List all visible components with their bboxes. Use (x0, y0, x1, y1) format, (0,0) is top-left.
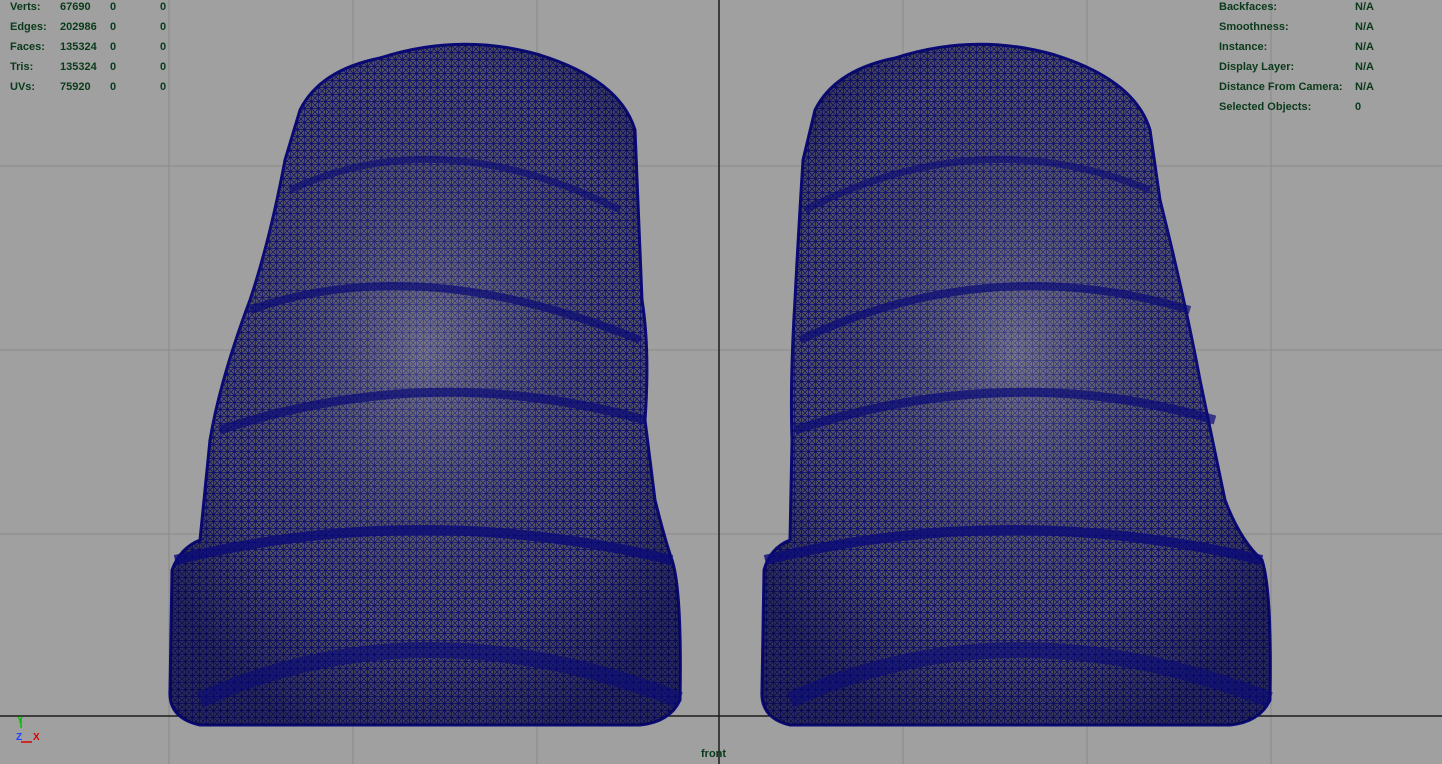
object-detail-label: Distance From Camera: (1219, 81, 1343, 93)
object-detail-value: 0 (1355, 101, 1362, 113)
axis-y-label: Y (17, 715, 23, 725)
axis-gizmo-icon: Y Z X (16, 715, 40, 743)
poly-count-label: Faces: (10, 41, 45, 53)
object-detail-row: Smoothness: N/A (1219, 17, 1374, 37)
camera-name-label: front (701, 748, 727, 760)
poly-count-v2: 0 (110, 81, 117, 93)
object-detail-value: N/A (1355, 61, 1374, 73)
object-detail-label: Backfaces: (1219, 1, 1278, 13)
object-detail-row: Selected Objects: 0 (1219, 97, 1374, 117)
poly-count-label: UVs: (10, 81, 36, 93)
poly-count-row: UVs: 75920 0 0 (10, 77, 180, 97)
object-detail-row: Instance: N/A (1219, 37, 1374, 57)
front-viewport[interactable]: Verts: 67690 0 0 Edges: 202986 0 0 Faces: 135324 0… (0, 0, 1442, 764)
poly-count-row: Edges: 202986 0 0 (10, 17, 180, 37)
object-detail-row: Backfaces: N/A (1219, 0, 1374, 17)
poly-count-label: Tris: (10, 61, 34, 73)
object-details-hud: Backfaces: N/A Smoothness: N/A Instance: N/A D… (1219, 0, 1374, 117)
boot-mesh-left[interactable] (168, 42, 683, 727)
axis-x-label: X (33, 732, 40, 743)
object-detail-label: Smoothness: (1219, 21, 1289, 33)
object-detail-row: Distance From Camera: N/A (1219, 77, 1374, 97)
poly-count-v1: 135324 (60, 41, 97, 53)
poly-count-v3: 0 (160, 1, 167, 13)
poly-count-v2: 0 (110, 1, 117, 13)
poly-count-v1: 202986 (60, 21, 97, 33)
object-detail-label: Display Layer: (1219, 61, 1295, 73)
poly-count-v3: 0 (160, 81, 167, 93)
poly-count-v2: 0 (110, 21, 117, 33)
object-detail-value: N/A (1355, 1, 1374, 13)
poly-count-v2: 0 (110, 41, 117, 53)
poly-count-row: Verts: 67690 0 0 (10, 0, 180, 17)
poly-count-v1: 67690 (60, 1, 91, 13)
object-detail-value: N/A (1355, 21, 1374, 33)
object-detail-value: N/A (1355, 81, 1374, 93)
poly-count-row: Tris: 135324 0 0 (10, 57, 180, 77)
poly-count-label: Verts: (10, 1, 41, 13)
poly-count-v1: 75920 (60, 81, 91, 93)
poly-count-v3: 0 (160, 21, 167, 33)
poly-count-row: Faces: 135324 0 0 (10, 37, 180, 57)
poly-count-hud: Verts: 67690 0 0 Edges: 202986 0 0 Faces: 135324 0… (10, 0, 180, 97)
object-detail-row: Display Layer: N/A (1219, 57, 1374, 77)
object-detail-label: Selected Objects: (1219, 101, 1312, 113)
poly-count-v3: 0 (160, 61, 167, 73)
poly-count-v2: 0 (110, 61, 117, 73)
poly-count-v1: 135324 (60, 61, 97, 73)
object-detail-value: N/A (1355, 41, 1374, 53)
object-detail-label: Instance: (1219, 41, 1268, 53)
poly-count-v3: 0 (160, 41, 167, 53)
poly-count-label: Edges: (10, 21, 47, 33)
boot-mesh-right[interactable] (760, 42, 1273, 727)
